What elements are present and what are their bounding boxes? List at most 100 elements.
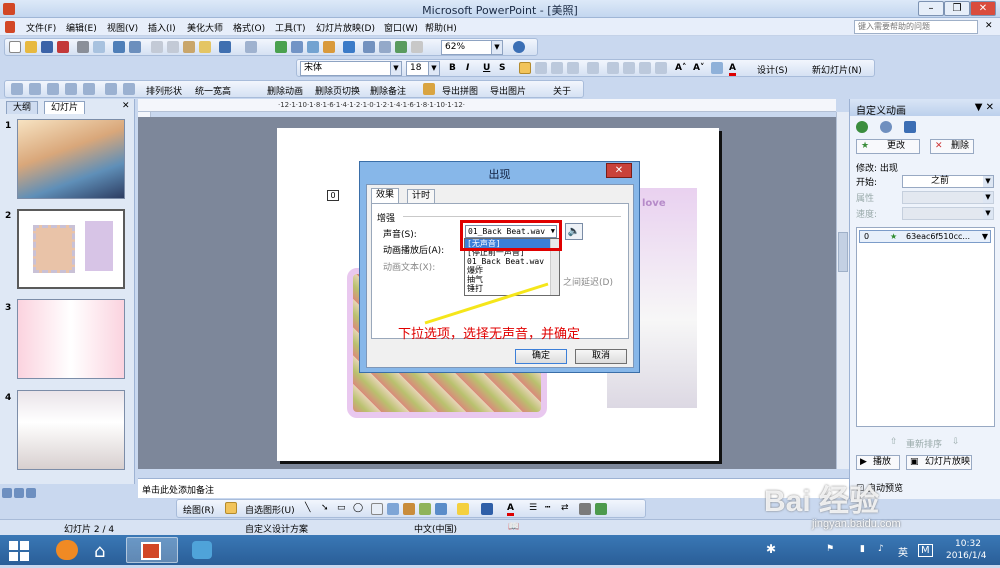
spelling-status-icon[interactable]: 📖 bbox=[508, 522, 519, 532]
arrow-tool-icon[interactable]: ➘ bbox=[321, 503, 329, 513]
increase-indent-icon[interactable] bbox=[655, 62, 667, 74]
ok-button[interactable]: 确定 bbox=[515, 349, 567, 364]
slide-thumbnail-1[interactable] bbox=[17, 119, 125, 199]
tab-effect[interactable]: 效果 bbox=[371, 188, 400, 204]
line-color-icon[interactable] bbox=[481, 503, 493, 515]
expand-all-icon[interactable] bbox=[363, 41, 375, 53]
tool-icon[interactable] bbox=[83, 83, 95, 95]
export-collage-button[interactable]: 导出拼图 bbox=[442, 84, 478, 97]
3d-style-icon[interactable] bbox=[595, 503, 607, 515]
ime-mode[interactable]: M bbox=[918, 544, 933, 557]
tool-icon[interactable] bbox=[65, 83, 77, 95]
tab-slides[interactable]: 幻灯片 bbox=[44, 101, 86, 114]
close-doc-icon[interactable]: ✕ bbox=[985, 21, 993, 31]
animation-order-badge[interactable]: 0 bbox=[327, 190, 339, 201]
network-icon[interactable]: ▮ bbox=[860, 544, 865, 554]
start-select[interactable]: 之前 ▼ bbox=[902, 175, 994, 188]
columns-icon[interactable] bbox=[587, 62, 599, 74]
new-icon[interactable] bbox=[9, 41, 21, 53]
align-left-icon[interactable] bbox=[519, 62, 531, 74]
picture-icon[interactable] bbox=[435, 503, 447, 515]
menu-view[interactable]: 视图(V) bbox=[107, 21, 138, 34]
tab-outline[interactable]: 大纲 bbox=[6, 101, 39, 114]
design-button[interactable]: 设计(S) bbox=[757, 63, 788, 76]
slide-thumbnail-4[interactable] bbox=[17, 390, 125, 470]
speaker-button[interactable]: 🔈 bbox=[565, 223, 583, 240]
menu-window[interactable]: 窗口(W) bbox=[384, 21, 418, 34]
menu-tools[interactable]: 工具(T) bbox=[275, 21, 306, 34]
delete-notes-button[interactable]: 删除备注 bbox=[370, 84, 406, 97]
document-icon[interactable] bbox=[5, 21, 15, 33]
close-pane-icon[interactable]: ✕ bbox=[122, 101, 130, 111]
font-color-button[interactable]: A bbox=[729, 63, 736, 76]
print-preview-icon[interactable] bbox=[93, 41, 105, 53]
animation-list[interactable]: 0 ★ 63eac6f510cc... ▼ bbox=[856, 227, 995, 427]
line-tool-icon[interactable]: ╲ bbox=[305, 503, 310, 513]
undo-icon[interactable] bbox=[219, 41, 231, 53]
arrange-shapes-button[interactable]: 排列形状 bbox=[146, 84, 182, 97]
start-button[interactable] bbox=[0, 537, 38, 563]
arrow-style-icon[interactable]: ⇄ bbox=[561, 503, 569, 513]
tool-icon[interactable] bbox=[105, 83, 117, 95]
minimize-button[interactable]: – bbox=[918, 1, 944, 16]
menu-edit[interactable]: 编辑(E) bbox=[66, 21, 97, 34]
help-icon[interactable] bbox=[513, 41, 525, 53]
animation-list-item[interactable]: 0 ★ 63eac6f510cc... ▼ bbox=[859, 230, 991, 243]
delete-transition-button[interactable]: 删除页切换 bbox=[315, 84, 360, 97]
home-icon[interactable] bbox=[904, 121, 916, 133]
scroll-thumb[interactable] bbox=[838, 232, 848, 272]
ime-indicator[interactable]: 英 bbox=[898, 544, 908, 559]
cancel-button[interactable]: 取消 bbox=[575, 349, 627, 364]
print-icon[interactable] bbox=[77, 41, 89, 53]
normal-view-icon[interactable] bbox=[2, 488, 12, 498]
restore-button[interactable]: ❐ bbox=[944, 1, 970, 16]
tray-icon[interactable]: ✱ bbox=[766, 542, 776, 556]
option-explosion[interactable]: 爆炸 bbox=[465, 266, 559, 275]
delete-button[interactable]: ✕ 删除 bbox=[930, 139, 974, 154]
redo-icon[interactable] bbox=[245, 41, 257, 53]
line-style-icon[interactable]: ☰ bbox=[529, 503, 537, 513]
draw-menu[interactable]: 绘图(R) bbox=[183, 503, 214, 516]
forward-icon[interactable] bbox=[880, 121, 892, 133]
change-button[interactable]: ★ 更改 bbox=[856, 139, 920, 154]
back-icon[interactable] bbox=[856, 121, 868, 133]
export-picture-button[interactable]: 导出图片 bbox=[490, 84, 526, 97]
spelling-icon[interactable] bbox=[113, 41, 125, 53]
chevron-down-icon[interactable]: ▼ bbox=[982, 231, 988, 242]
volume-icon[interactable]: ♪ bbox=[878, 544, 884, 554]
shadow-style-icon[interactable] bbox=[579, 503, 591, 515]
dash-style-icon[interactable]: ┅ bbox=[545, 503, 550, 513]
uniform-size-button[interactable]: 统一宽高 bbox=[195, 84, 231, 97]
align-right-icon[interactable] bbox=[551, 62, 563, 74]
menu-insert[interactable]: 插入(I) bbox=[148, 21, 176, 34]
decrease-font-button[interactable]: A˅ bbox=[693, 63, 704, 73]
show-formatting-icon[interactable] bbox=[379, 41, 391, 53]
slide-thumbnail-3[interactable] bbox=[17, 299, 125, 379]
wordart-icon[interactable] bbox=[387, 503, 399, 515]
bold-button[interactable]: B bbox=[449, 63, 456, 73]
clipart-icon[interactable] bbox=[419, 503, 431, 515]
select-objects-icon[interactable] bbox=[225, 502, 237, 514]
diagram-icon[interactable] bbox=[403, 503, 415, 515]
tool-icon[interactable] bbox=[29, 83, 41, 95]
menu-help[interactable]: 帮助(H) bbox=[425, 21, 457, 34]
decrease-indent-icon[interactable] bbox=[639, 62, 651, 74]
permission-icon[interactable] bbox=[57, 41, 69, 53]
taskbar-app-powerpoint[interactable] bbox=[126, 537, 178, 563]
option-back-beat[interactable]: 01_Back Beat.wav bbox=[465, 257, 559, 266]
menu-beautify[interactable]: 美化大师 bbox=[187, 21, 223, 34]
tab-timing[interactable]: 计时 bbox=[407, 189, 436, 203]
notes-area[interactable]: 单击此处添加备注 bbox=[138, 478, 849, 498]
textbox-icon[interactable] bbox=[371, 503, 383, 515]
slide-layout-icon[interactable] bbox=[711, 62, 723, 74]
italic-button[interactable]: I bbox=[466, 63, 469, 73]
insert-picture-icon[interactable] bbox=[307, 41, 319, 53]
insert-table-icon[interactable] bbox=[291, 41, 303, 53]
slideshow-button[interactable]: ▣ 幻灯片放映 bbox=[906, 455, 972, 470]
close-button[interactable]: ✕ bbox=[970, 1, 996, 16]
new-slide-button[interactable]: 新幻灯片(N) bbox=[812, 63, 862, 76]
oval-tool-icon[interactable]: ◯ bbox=[353, 503, 363, 513]
tool-icon[interactable] bbox=[11, 83, 23, 95]
align-center-icon[interactable] bbox=[535, 62, 547, 74]
paste-icon[interactable] bbox=[183, 41, 195, 53]
